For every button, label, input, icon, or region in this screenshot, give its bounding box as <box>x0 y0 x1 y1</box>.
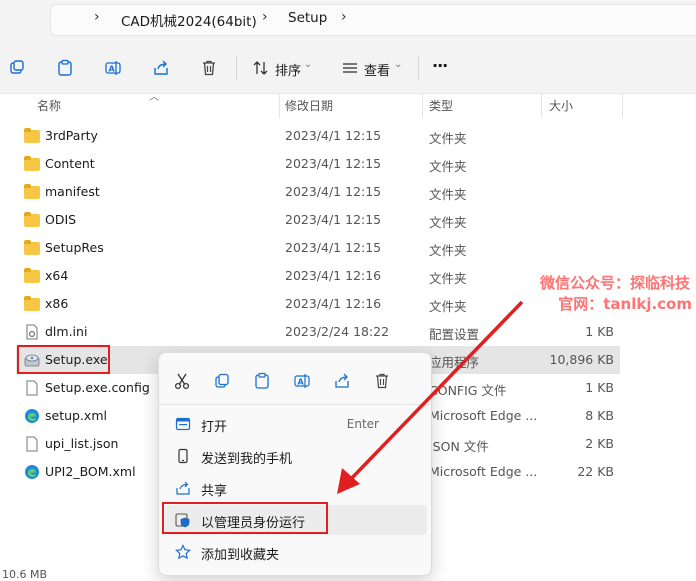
annotation-arrow <box>337 300 524 494</box>
